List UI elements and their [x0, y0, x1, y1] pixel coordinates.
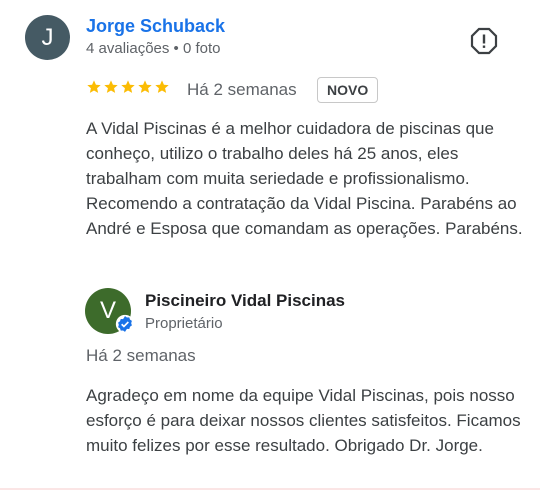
star-icon	[155, 80, 169, 93]
star-icon	[104, 80, 118, 93]
owner-name: Piscineiro Vidal Piscinas	[145, 291, 346, 310]
verified-badge-icon	[115, 314, 135, 334]
reviewer-avatar[interactable]: J	[25, 15, 70, 60]
star-icon	[138, 80, 152, 93]
reply-date: Há 2 semanas	[86, 346, 196, 365]
reply-text: Agradeço em nome da equipe Vidal Piscina…	[86, 386, 521, 455]
star-icon	[121, 80, 135, 93]
star-icon	[87, 80, 101, 93]
reviewer-name[interactable]: Jorge Schuback	[86, 16, 225, 37]
reviewer-meta: 4 avaliações • 0 foto	[86, 40, 221, 57]
divider	[0, 488, 540, 490]
review-date: Há 2 semanas	[187, 80, 297, 99]
owner-role: Proprietário	[145, 315, 223, 332]
owner-avatar-wrap: V	[85, 288, 135, 334]
review-text: A Vidal Piscinas é a melhor cuidadora de…	[86, 119, 523, 238]
new-badge: NOVO	[317, 77, 379, 103]
report-icon[interactable]	[469, 26, 499, 56]
review-card: J Jorge Schuback 4 avaliações • 0 foto H…	[0, 0, 540, 493]
rating-stars	[86, 79, 170, 95]
